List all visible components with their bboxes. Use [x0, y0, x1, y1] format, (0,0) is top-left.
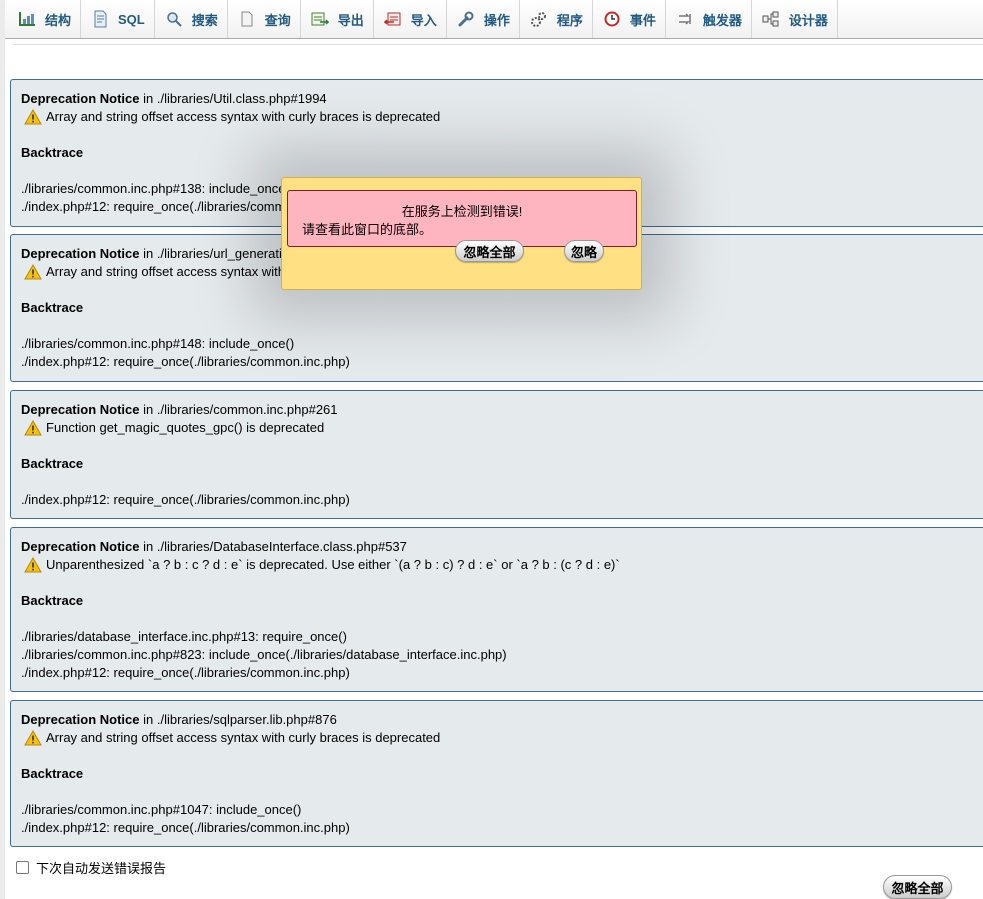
warning-icon [24, 109, 42, 125]
tab-structure[interactable]: 结构 [8, 0, 82, 38]
tab-triggers[interactable]: 触发器 [666, 0, 752, 38]
notice-in: in [143, 402, 154, 417]
tab-designer[interactable]: 设计器 [752, 0, 838, 38]
notice-in: in [143, 91, 154, 106]
notice-message: Unparenthesized `a ? b : c ? d : e` is d… [46, 557, 620, 572]
backtrace-list: ./libraries/common.inc.php#1047: include… [21, 801, 979, 837]
notice-type: Deprecation Notice [21, 91, 140, 106]
tab-label: 结构 [45, 12, 72, 28]
tab-sql[interactable]: SQL [81, 0, 155, 38]
tab-operations[interactable]: 操作 [447, 0, 520, 38]
tab-label: 设计器 [788, 12, 828, 28]
error-detected-text: 在服务上检测到错误! [401, 204, 523, 219]
notice-file: ./libraries/DatabaseInterface.class.php#… [156, 539, 407, 554]
error-report-popup: 在服务上检测到错误! 请查看此窗口的底部。 忽略全部 忽略 [281, 177, 642, 290]
query-icon [238, 10, 256, 28]
backtrace-line: ./libraries/common.inc.php#148: include_… [21, 336, 295, 351]
notice-message: Array and string offset access syntax wi… [46, 730, 441, 745]
notice-file: ./libraries/Util.class.php#1994 [156, 91, 327, 106]
backtrace-heading: Backtrace [21, 593, 84, 608]
error-notice: Deprecation Notice in ./libraries/common… [10, 390, 983, 519]
warning-icon [24, 264, 42, 280]
error-notice: Deprecation Notice in ./libraries/Databa… [10, 527, 983, 692]
error-notice: Deprecation Notice in ./libraries/sqlpar… [10, 700, 983, 847]
notice-in: in [143, 712, 154, 727]
backtrace-heading: Backtrace [21, 766, 84, 781]
tab-label: 事件 [629, 12, 656, 28]
auto-send-row: 下次自动发送错误报告 [16, 858, 166, 877]
tab-label: 导出 [337, 12, 364, 28]
events-icon [603, 10, 621, 28]
backtrace-line: ./libraries/common.inc.php#823: include_… [21, 647, 507, 662]
notice-in: in [143, 539, 154, 554]
top-menu-tabs: 结构 SQL 搜索 查询 导出 导入 操作 程序 事件 触发器 设计器 [5, 0, 983, 39]
backtrace-heading: Backtrace [21, 456, 84, 471]
backtrace-heading: Backtrace [21, 145, 84, 160]
auto-send-checkbox[interactable] [16, 861, 29, 874]
backtrace-list: ./libraries/common.inc.php#148: include_… [21, 335, 979, 371]
routines-icon [530, 10, 548, 28]
notice-message: Array and string offset access syntax wi… [46, 109, 441, 124]
export-icon [311, 10, 329, 28]
tab-label: 导入 [410, 12, 437, 28]
notice-type: Deprecation Notice [21, 402, 140, 417]
tab-events[interactable]: 事件 [593, 0, 666, 38]
tab-label: 操作 [483, 12, 510, 28]
tab-import[interactable]: 导入 [374, 0, 447, 38]
tab-search[interactable]: 搜索 [155, 0, 228, 38]
structure-icon [18, 10, 36, 28]
backtrace-line: ./index.php#12: require_once(./libraries… [21, 354, 350, 369]
backtrace-line: ./libraries/database_interface.inc.php#1… [21, 629, 347, 644]
notice-type: Deprecation Notice [21, 712, 140, 727]
backtrace-list: ./index.php#12: require_once(./libraries… [21, 491, 979, 509]
notice-message: Function get_magic_quotes_gpc() is depre… [46, 420, 325, 435]
ignore-all-button[interactable]: 忽略全部 [455, 240, 524, 262]
divider [13, 44, 983, 45]
auto-send-label: 下次自动发送错误报告 [36, 861, 167, 876]
error-message-box: 在服务上检测到错误! 请查看此窗口的底部。 [287, 190, 637, 247]
warning-icon [24, 557, 42, 573]
check-bottom-text: 请查看此窗口的底部。 [302, 222, 433, 237]
notice-file: ./libraries/common.inc.php#261 [156, 402, 338, 417]
tab-label: 触发器 [702, 12, 742, 28]
designer-icon [762, 10, 780, 28]
tab-label: 程序 [556, 12, 583, 28]
notice-type: Deprecation Notice [21, 539, 140, 554]
notice-in: in [143, 246, 154, 261]
notice-type: Deprecation Notice [21, 246, 140, 261]
ignore-button[interactable]: 忽略 [564, 240, 604, 262]
warning-icon [24, 420, 42, 436]
tab-query[interactable]: 查询 [228, 0, 301, 38]
ignore-all-button-footer[interactable]: 忽略全部 [883, 875, 952, 899]
wrench-icon [457, 10, 475, 28]
backtrace-heading: Backtrace [21, 300, 84, 315]
tab-routines[interactable]: 程序 [520, 0, 593, 38]
tab-label: 查询 [264, 12, 291, 28]
backtrace-line: ./index.php#12: require_once(./libraries… [21, 492, 350, 507]
warning-icon [24, 730, 42, 746]
import-icon [383, 10, 402, 28]
search-icon [165, 10, 183, 28]
backtrace-line: ./index.php#12: require_once(./libraries… [21, 665, 350, 680]
sql-icon [91, 10, 109, 28]
tab-export[interactable]: 导出 [301, 0, 374, 38]
tab-label: SQL [118, 11, 145, 27]
backtrace-line: ./libraries/common.inc.php#1047: include… [21, 802, 302, 817]
backtrace-line: ./index.php#12: require_once(./libraries… [21, 820, 350, 835]
triggers-icon [676, 10, 694, 28]
tab-label: 搜索 [191, 12, 218, 28]
notice-file: ./libraries/sqlparser.lib.php#876 [156, 712, 337, 727]
backtrace-list: ./libraries/database_interface.inc.php#1… [21, 628, 979, 682]
